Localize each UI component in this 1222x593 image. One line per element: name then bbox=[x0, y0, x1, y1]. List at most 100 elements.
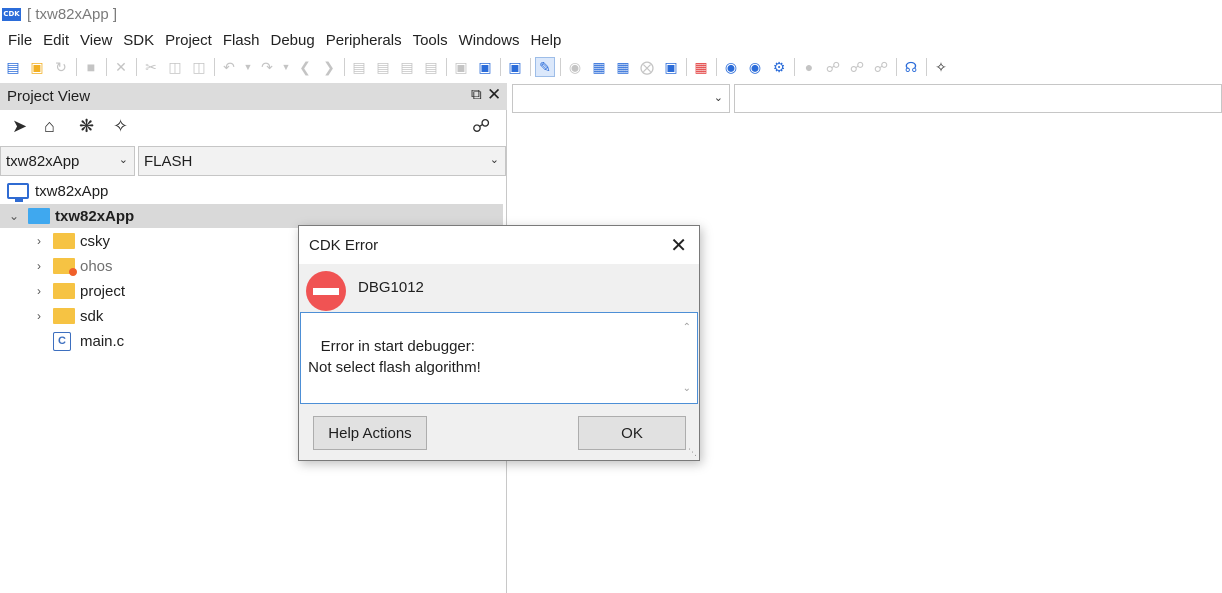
chevron-right-icon[interactable]: › bbox=[33, 234, 45, 248]
network-icon[interactable]: ❋ bbox=[79, 116, 94, 137]
tree-item-csky[interactable]: › csky bbox=[33, 229, 110, 253]
build-icon[interactable]: ▤ bbox=[349, 57, 369, 77]
menu-view[interactable]: View bbox=[80, 32, 112, 49]
new-file-icon[interactable]: ▤ bbox=[3, 57, 23, 77]
toolbar-separator bbox=[530, 58, 531, 76]
tree-item-label: csky bbox=[80, 232, 110, 250]
tree-item-project[interactable]: › project bbox=[33, 279, 125, 303]
cancel-icon[interactable]: ⨂ bbox=[637, 57, 657, 77]
breakpoint-icon[interactable]: ☍ bbox=[871, 57, 891, 77]
tree-item-main-c[interactable]: C main.c bbox=[53, 329, 124, 353]
chevron-right-icon[interactable]: › bbox=[33, 284, 45, 298]
ok-button[interactable]: OK bbox=[578, 416, 686, 450]
record-icon[interactable]: ● bbox=[799, 57, 819, 77]
clean-icon[interactable]: ▤ bbox=[397, 57, 417, 77]
symbol-select[interactable] bbox=[734, 84, 1222, 113]
redo-dropdown-icon[interactable]: ▼ bbox=[281, 57, 291, 77]
undo-dropdown-icon[interactable]: ▼ bbox=[243, 57, 253, 77]
toolbar-separator bbox=[446, 58, 447, 76]
app-logo-icon: CDK bbox=[2, 7, 21, 21]
home-icon[interactable]: ⌂ bbox=[44, 116, 55, 137]
navigate-icon[interactable]: ➤ bbox=[12, 116, 27, 137]
menu-file[interactable]: File bbox=[8, 32, 32, 49]
chevron-down-icon[interactable]: ⌄ bbox=[8, 209, 20, 223]
toolbar-separator bbox=[214, 58, 215, 76]
workspace-node[interactable]: txw82xApp bbox=[7, 179, 108, 203]
menu-flash[interactable]: Flash bbox=[223, 32, 260, 49]
menu-peripherals[interactable]: Peripherals bbox=[326, 32, 402, 49]
menu-help[interactable]: Help bbox=[530, 32, 561, 49]
redo-icon[interactable]: ↷ bbox=[257, 57, 277, 77]
project-select[interactable]: txw82xApp ⌄ bbox=[0, 146, 135, 176]
close-panel-icon[interactable]: ✕ bbox=[487, 85, 501, 105]
folder-icon bbox=[53, 233, 75, 249]
rebuild-icon[interactable]: ▤ bbox=[373, 57, 393, 77]
resize-grip-icon[interactable]: ⋱ bbox=[688, 447, 697, 458]
chevron-right-icon[interactable]: › bbox=[33, 309, 45, 323]
toolbar-separator bbox=[76, 58, 77, 76]
save-icon[interactable]: ■ bbox=[81, 57, 101, 77]
search-icon[interactable]: ▣ bbox=[451, 57, 471, 77]
toolbar: ▤ ▣ ↻ ■ ✕ ✂ ◫ ◫ ↶ ▼ ↷ ▼ ❮ ❯ ▤ ▤ ▤ ▤ ▣ ▣ … bbox=[0, 54, 1222, 80]
close-icon[interactable]: ✕ bbox=[670, 233, 687, 258]
error-stop-icon bbox=[306, 271, 346, 311]
undo-icon[interactable]: ↶ bbox=[219, 57, 239, 77]
error-message-box[interactable]: Error in start debugger: Not select flas… bbox=[300, 312, 698, 404]
help-actions-button[interactable]: Help Actions bbox=[313, 416, 427, 450]
debug-start-icon[interactable]: ◉ bbox=[745, 57, 765, 77]
back-icon[interactable]: ❮ bbox=[295, 57, 315, 77]
forward-icon[interactable]: ❯ bbox=[319, 57, 339, 77]
reload-icon[interactable]: ↻ bbox=[51, 57, 71, 77]
unlink-icon[interactable]: ☍ bbox=[847, 57, 867, 77]
load-icon[interactable]: ▦ bbox=[691, 57, 711, 77]
dialog-title: CDK Error bbox=[309, 236, 379, 254]
menu-debug[interactable]: Debug bbox=[271, 32, 315, 49]
scroll-down-icon[interactable]: ⌄ bbox=[683, 378, 691, 399]
link-icon[interactable]: ☍ bbox=[472, 116, 490, 137]
open-folder-icon[interactable]: ▣ bbox=[27, 57, 47, 77]
close-icon[interactable]: ✕ bbox=[111, 57, 131, 77]
find-in-project-icon[interactable]: ▣ bbox=[505, 57, 525, 77]
edit-icon[interactable]: ✎ bbox=[535, 57, 555, 77]
chevron-down-icon: ⌄ bbox=[118, 154, 128, 166]
project-select-value: txw82xApp bbox=[6, 152, 80, 170]
package-icon[interactable]: ◉ bbox=[565, 57, 585, 77]
target-select[interactable]: FLASH ⌄ bbox=[138, 146, 506, 176]
toolbar-separator bbox=[794, 58, 795, 76]
menu-edit[interactable]: Edit bbox=[43, 32, 69, 49]
debug-icon[interactable]: ◉ bbox=[721, 57, 741, 77]
paste-icon[interactable]: ◫ bbox=[189, 57, 209, 77]
link-icon[interactable]: ☍ bbox=[823, 57, 843, 77]
folder-icon bbox=[53, 308, 75, 324]
project-view-toolbar: ➤ ⌂ ❋ ✧ ☍ bbox=[0, 114, 507, 142]
tree-item-label: main.c bbox=[80, 332, 125, 350]
toolbar-separator bbox=[896, 58, 897, 76]
tree-item-ohos[interactable]: › ohos bbox=[33, 254, 113, 278]
toolbar-separator bbox=[106, 58, 107, 76]
menu-project[interactable]: Project bbox=[165, 32, 212, 49]
menu-tools[interactable]: Tools bbox=[413, 32, 448, 49]
float-panel-icon[interactable]: ⧉ bbox=[471, 86, 482, 103]
headset-icon[interactable]: ☊ bbox=[901, 57, 921, 77]
chip-icon[interactable]: ✧ bbox=[113, 116, 128, 137]
menu-windows[interactable]: Windows bbox=[459, 32, 520, 49]
chevron-right-icon[interactable]: › bbox=[33, 259, 45, 273]
tree-item-label: project bbox=[80, 282, 126, 300]
find-file-icon[interactable]: ▣ bbox=[475, 57, 495, 77]
erase-icon[interactable]: ▦ bbox=[613, 57, 633, 77]
stop-build-icon[interactable]: ▤ bbox=[421, 57, 441, 77]
flash-icon[interactable]: ▣ bbox=[661, 57, 681, 77]
menu-sdk[interactable]: SDK bbox=[123, 32, 154, 49]
download-icon[interactable]: ▦ bbox=[589, 57, 609, 77]
cut-icon[interactable]: ✂ bbox=[141, 57, 161, 77]
toolbar-separator bbox=[716, 58, 717, 76]
error-message-text: Error in start debugger: Not select flas… bbox=[308, 338, 481, 376]
tree-item-sdk[interactable]: › sdk bbox=[33, 304, 103, 328]
copy-icon[interactable]: ◫ bbox=[165, 57, 185, 77]
file-select[interactable]: ⌄ bbox=[512, 84, 730, 113]
settings-icon[interactable]: ⚙ bbox=[769, 57, 789, 77]
chip-icon[interactable]: ✧ bbox=[931, 57, 951, 77]
window-title: [ txw82xApp ] bbox=[27, 5, 118, 23]
workspace-label: txw82xApp bbox=[35, 182, 109, 200]
scroll-up-icon[interactable]: ⌃ bbox=[683, 317, 691, 338]
